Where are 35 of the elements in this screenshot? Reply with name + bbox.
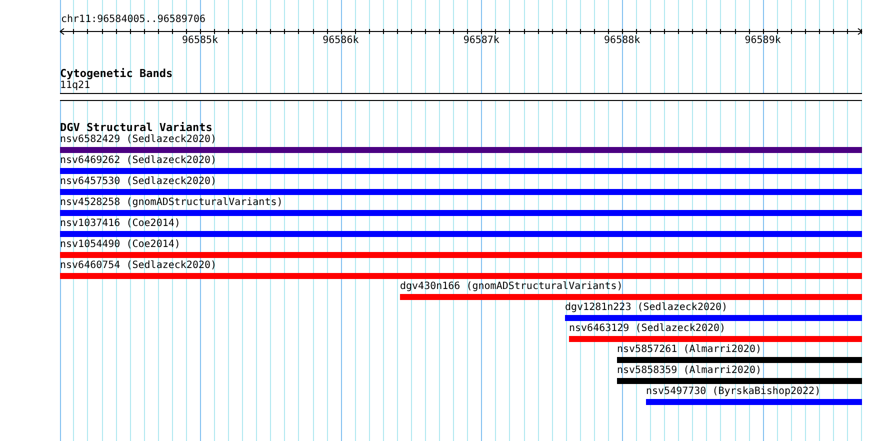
feature-bar[interactable] [569, 336, 862, 342]
feature-label: nsv1054490 (Coe2014) [60, 239, 180, 251]
feature-bar[interactable] [565, 315, 862, 321]
band-label: 11q21 [60, 80, 90, 92]
feature-bar[interactable] [617, 357, 862, 363]
feature-label: nsv6460754 (Sedlazeck2020) [60, 260, 217, 272]
feature-bar[interactable] [60, 252, 862, 258]
tick-label: 96589k [744, 35, 782, 47]
tick-label: 96588k [603, 35, 642, 47]
feature-label: nsv5497730 (ByrskaBishop2022) [646, 386, 821, 398]
feature-bar[interactable] [60, 168, 862, 174]
feature-bar[interactable] [60, 273, 862, 279]
feature-bar[interactable] [646, 399, 862, 405]
tick-label: 96587k [462, 35, 500, 47]
track-title: DGV Structural Variants [60, 121, 212, 134]
feature-label: nsv6582429 (Sedlazeck2020) [60, 134, 217, 146]
ruler-location: chr11:96584005..96589706 [61, 14, 206, 26]
feature-label: nsv1037416 (Coe2014) [60, 218, 180, 230]
feature-label: dgv1281n223 (Sedlazeck2020) [565, 302, 728, 314]
feature-label: nsv6463129 (Sedlazeck2020) [569, 323, 726, 335]
feature-label: nsv6457530 (Sedlazeck2020) [60, 176, 217, 188]
feature-bar[interactable] [617, 378, 862, 384]
tick-label: 96585k [180, 35, 220, 47]
feature-label: nsv5858359 (Almarri2020) [617, 365, 762, 377]
feature-bar[interactable] [60, 231, 862, 237]
feature-bar[interactable] [60, 189, 862, 195]
feature-bar[interactable] [400, 294, 862, 300]
tick-label: 96586k [322, 35, 360, 47]
feature-label: nsv4528258 (gnomADStructuralVariants) [60, 197, 283, 209]
feature-label: nsv6469262 (Sedlazeck2020) [60, 155, 217, 167]
feature-bar[interactable] [60, 147, 862, 153]
feature-label: nsv5857261 (Almarri2020) [617, 344, 762, 356]
feature-label: dgv430n166 (gnomADStructuralVariants) [400, 281, 623, 293]
feature-bar[interactable] [60, 210, 862, 216]
track-title: Cytogenetic Bands [60, 67, 173, 80]
